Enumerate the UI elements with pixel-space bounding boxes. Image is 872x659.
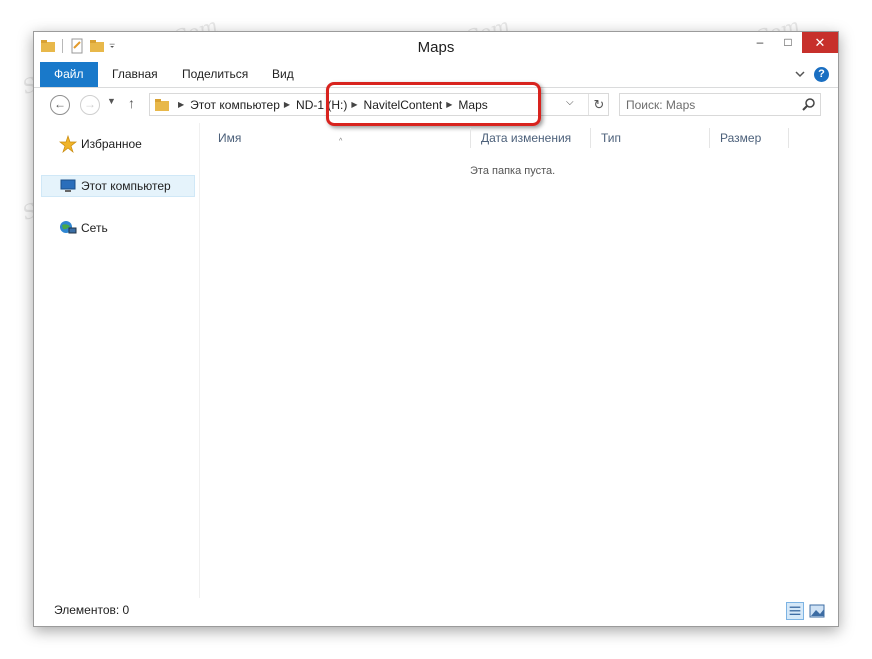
breadcrumb-drive[interactable]: ND-1 (H:)	[296, 98, 347, 112]
column-header-type[interactable]: Тип	[590, 128, 710, 148]
breadcrumb-separator-icon[interactable]: ▶	[284, 100, 290, 109]
breadcrumb-separator-icon[interactable]: ▶	[178, 100, 184, 109]
forward-button[interactable]: →	[80, 95, 100, 115]
tab-view[interactable]: Вид	[260, 62, 306, 87]
empty-folder-message: Эта папка пуста.	[470, 165, 556, 177]
folder-icon	[155, 99, 169, 111]
breadcrumb-separator-icon[interactable]: ▶	[446, 100, 452, 109]
address-bar[interactable]: ▶ Этот компьютер ▶ ND-1 (H:) ▶ NavitelCo…	[149, 93, 609, 116]
sort-indicator-icon: ^	[339, 138, 343, 145]
column-headers: Имя Дата изменения Тип Размер	[204, 128, 824, 148]
breadcrumb-separator-icon[interactable]: ▶	[351, 100, 357, 109]
items-count: Элементов: 0	[54, 603, 130, 617]
status-bar: Элементов: 0	[34, 598, 838, 626]
address-dropdown-icon[interactable]: ⌵	[566, 97, 574, 108]
sidebar-item-label: Этот компьютер	[81, 179, 171, 193]
column-header-date-modified[interactable]: Дата изменения	[470, 128, 590, 148]
recent-locations-icon[interactable]: ▼	[107, 96, 116, 106]
explorer-window: Maps – □ ✕ Файл Главная Поделиться Вид ?…	[33, 31, 839, 627]
tab-share[interactable]: Поделиться	[170, 62, 260, 87]
minimize-button[interactable]: –	[746, 32, 774, 53]
window-title: Maps	[417, 39, 455, 56]
breadcrumb-maps[interactable]: Maps	[458, 98, 487, 112]
navigation-pane: Избранное Этот компьютер Сеть	[34, 123, 200, 598]
breadcrumb-this-pc[interactable]: Этот компьютер	[190, 98, 280, 112]
details-view-icon[interactable]	[786, 602, 804, 620]
sidebar-item-label: Избранное	[81, 137, 142, 151]
computer-icon	[60, 179, 76, 192]
search-icon[interactable]	[801, 97, 817, 113]
sidebar-item-favorites[interactable]: Избранное	[59, 133, 142, 155]
star-icon	[59, 135, 77, 153]
ribbon: Файл Главная Поделиться Вид ?	[34, 62, 838, 88]
expand-ribbon-icon[interactable]	[794, 68, 806, 80]
breadcrumb-navitelcontent[interactable]: NavitelContent	[364, 98, 443, 112]
tab-home[interactable]: Главная	[100, 62, 170, 87]
search-input[interactable]: Поиск: Maps	[626, 98, 695, 112]
title-bar[interactable]: Maps – □ ✕	[34, 32, 838, 62]
sidebar-item-network[interactable]: Сеть	[59, 217, 108, 239]
column-header-size[interactable]: Размер	[709, 128, 789, 148]
help-icon[interactable]: ?	[814, 67, 829, 82]
breadcrumb: ▶ Этот компьютер ▶ ND-1 (H:) ▶ NavitelCo…	[174, 94, 488, 115]
close-button[interactable]: ✕	[802, 32, 838, 53]
up-button[interactable]: ↑	[128, 95, 135, 111]
search-box[interactable]: Поиск: Maps	[619, 93, 821, 116]
refresh-icon[interactable]: ↻	[588, 94, 609, 115]
back-button[interactable]: ←	[50, 95, 70, 115]
maximize-button[interactable]: □	[774, 32, 802, 53]
navigation-bar: ← → ▼ ↑ ▶ Этот компьютер ▶ ND-1 (H:) ▶ N…	[34, 88, 838, 122]
tab-file[interactable]: Файл	[40, 62, 98, 87]
sidebar-item-this-pc[interactable]: Этот компьютер	[41, 175, 195, 197]
sidebar-item-label: Сеть	[81, 221, 108, 235]
network-icon	[60, 221, 77, 234]
large-icons-view-icon[interactable]	[808, 602, 826, 620]
